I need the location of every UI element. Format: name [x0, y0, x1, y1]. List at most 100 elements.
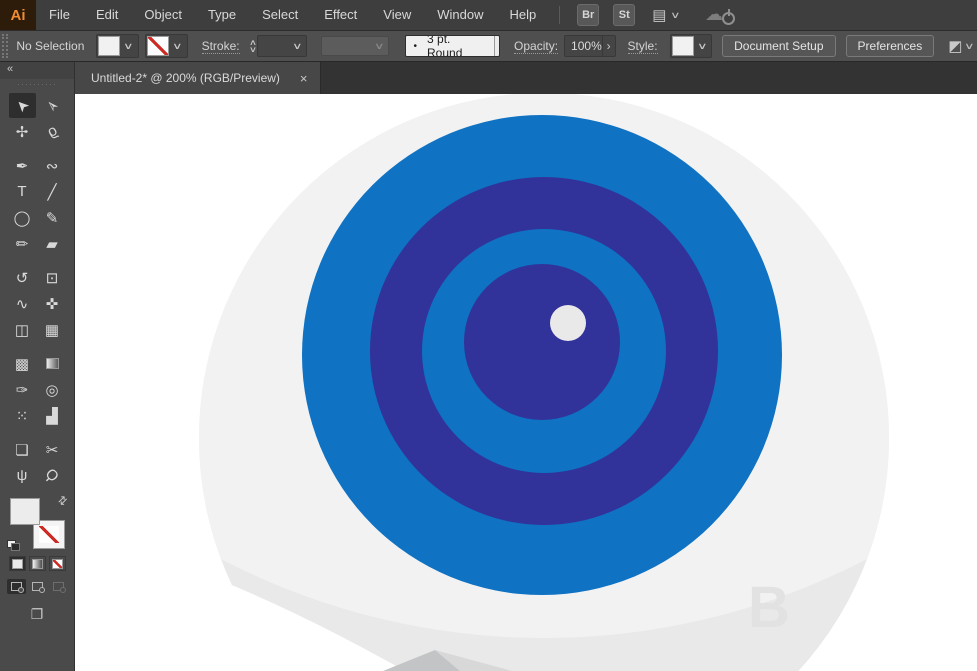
artboard-tool[interactable]: ❏: [9, 437, 36, 462]
close-icon[interactable]: ×: [300, 71, 308, 86]
brush-definition-text: 3 pt. Round: [427, 35, 463, 57]
puppet-warp-tool[interactable]: ✜: [39, 291, 66, 316]
bridge-button[interactable]: Br: [577, 4, 600, 26]
highlight-dot[interactable]: [550, 305, 586, 341]
variable-width-dropdown-disabled: ∨: [320, 36, 389, 56]
fill-color-control[interactable]: ∨: [96, 34, 139, 58]
paintbrush-tool[interactable]: ✎: [39, 205, 66, 230]
brush-definition-value[interactable]: • 3 pt. Round: [405, 35, 494, 57]
stroke-weight-combobox[interactable]: ∨: [257, 35, 307, 57]
default-fill-stroke-icon[interactable]: [7, 540, 20, 551]
width-tool[interactable]: ∿: [9, 291, 36, 316]
opacity-input[interactable]: 100%: [564, 35, 603, 57]
change-screen-mode-icon[interactable]: ❐: [0, 606, 74, 623]
menu-effect[interactable]: Effect: [311, 0, 370, 30]
menu-view[interactable]: View: [370, 0, 424, 30]
chevron-down-icon: ∨: [373, 40, 385, 51]
control-bar: No Selection ∨ ∨ Stroke: ∧ ∨ ∨ ∨ • 3 pt.…: [0, 30, 977, 62]
paint-mode-buttons: [0, 556, 74, 571]
stepper-down-icon[interactable]: ∨: [248, 46, 256, 54]
stroke-color-control[interactable]: ∨: [145, 34, 188, 58]
panel-grip-dots[interactable]: ··········: [0, 79, 74, 91]
brush-dot-icon: •: [413, 40, 418, 52]
chevron-down-icon[interactable]: ∨: [689, 41, 716, 52]
menu-select[interactable]: Select: [249, 0, 311, 30]
zoom-tool[interactable]: Ϙ: [39, 463, 66, 488]
graphic-style-control[interactable]: ∨: [669, 34, 716, 58]
artwork-webcam-eye[interactable]: B: [75, 94, 977, 671]
document-tab-bar: Untitled-2* @ 200% (RGB/Preview) ×: [75, 62, 977, 94]
chevron-down-icon[interactable]: ∨: [964, 41, 975, 52]
arrange-icon[interactable]: ◩: [948, 37, 962, 55]
gradient-button[interactable]: [28, 556, 46, 571]
gradient-tool[interactable]: [39, 351, 66, 376]
draw-inside-button: [49, 579, 68, 594]
workspace-switcher-icon[interactable]: ▤: [652, 6, 666, 24]
symbol-sprayer-tool[interactable]: ⁙: [9, 403, 36, 428]
menu-type[interactable]: Type: [195, 0, 249, 30]
stock-button[interactable]: St: [613, 4, 636, 26]
style-label: Style:: [627, 38, 658, 54]
pen-tool[interactable]: ✒: [9, 153, 36, 178]
selection-tool[interactable]: ➤: [8, 93, 36, 118]
collapse-panel-icon[interactable]: «: [0, 62, 74, 79]
eyedropper-tool[interactable]: ✑: [9, 377, 36, 402]
curvature-tool[interactable]: ∾: [39, 153, 66, 178]
chevron-down-icon[interactable]: ∨: [164, 41, 191, 52]
menu-file[interactable]: File: [36, 0, 83, 30]
selection-status: No Selection: [16, 39, 85, 53]
chevron-down-icon[interactable]: ∨: [670, 10, 681, 21]
perspective-grid-tool[interactable]: ▦: [39, 317, 66, 342]
swap-fill-stroke-icon[interactable]: ⇄: [55, 493, 70, 508]
menu-edit[interactable]: Edit: [83, 0, 131, 30]
brush-definition-dropdown-button[interactable]: ∨: [493, 36, 500, 56]
opacity-label[interactable]: Opacity:: [514, 39, 559, 54]
menu-object[interactable]: Object: [131, 0, 195, 30]
brush-definition-control[interactable]: • 3 pt. Round ∨: [404, 35, 501, 57]
slice-tool[interactable]: ✂: [39, 437, 66, 462]
chevron-down-icon[interactable]: ∨: [284, 41, 311, 52]
magic-wand-tool[interactable]: ✢: [9, 119, 36, 144]
draw-behind-button[interactable]: [28, 579, 47, 594]
rotate-tool[interactable]: ↺: [9, 265, 36, 290]
scale-tool[interactable]: ⊡: [39, 265, 66, 290]
line-segment-tool[interactable]: ╱: [39, 179, 66, 204]
drawing-mode-buttons: [0, 579, 74, 594]
blend-tool[interactable]: ◎: [39, 377, 66, 402]
color-button[interactable]: [8, 556, 26, 571]
eraser-tool[interactable]: ▰: [39, 231, 66, 256]
stroke-proxy-swatch[interactable]: [33, 520, 65, 549]
sync-status-icon: ☁: [705, 4, 736, 26]
fill-proxy-swatch[interactable]: [10, 498, 40, 525]
document-area: Untitled-2* @ 200% (RGB/Preview) × B: [75, 62, 977, 671]
menu-help[interactable]: Help: [496, 0, 549, 30]
preferences-button[interactable]: Preferences: [845, 35, 935, 57]
none-button[interactable]: [48, 556, 66, 571]
opacity-submenu-arrow[interactable]: ›: [602, 35, 616, 57]
chevron-down-icon[interactable]: ∨: [115, 41, 142, 52]
menu-window[interactable]: Window: [424, 0, 496, 30]
ellipse-tool[interactable]: ◯: [9, 205, 36, 230]
shaper-tool[interactable]: ✏: [9, 231, 36, 256]
stroke-weight-stepper[interactable]: ∧ ∨: [248, 39, 256, 54]
lasso-tool[interactable]: ϱ: [39, 119, 66, 144]
pupil-circle[interactable]: [464, 264, 620, 420]
cloud-icon: ☁: [705, 4, 724, 24]
draw-normal-button[interactable]: [6, 579, 26, 594]
mesh-tool[interactable]: ▩: [9, 351, 36, 376]
type-tool[interactable]: T: [9, 179, 36, 204]
chevron-down-icon[interactable]: ∨: [494, 41, 500, 52]
shape-builder-tool[interactable]: ◫: [9, 317, 36, 342]
artboard-canvas[interactable]: B: [75, 94, 977, 671]
panel-grip[interactable]: [2, 34, 9, 58]
document-tab-title: Untitled-2* @ 200% (RGB/Preview): [91, 71, 280, 85]
direct-selection-tool[interactable]: ➢: [39, 93, 66, 118]
tools-panel: « ·········· ➤ ➢ ✢ ϱ ✒ ∾ T ╱ ◯ ✎ ✏ ▰ ↺ ⊡…: [0, 62, 75, 671]
stroke-weight-label: Stroke:: [201, 38, 240, 54]
document-tab[interactable]: Untitled-2* @ 200% (RGB/Preview) ×: [75, 62, 321, 94]
document-setup-button[interactable]: Document Setup: [722, 35, 836, 57]
menu-separator: [559, 6, 561, 24]
column-graph-tool[interactable]: ▟: [39, 403, 66, 428]
power-icon: [722, 9, 736, 25]
hand-tool[interactable]: ψ: [9, 463, 36, 488]
